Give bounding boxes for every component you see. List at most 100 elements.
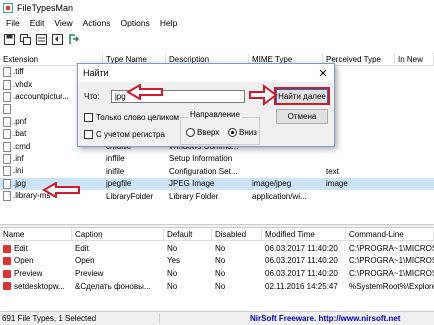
menu-help[interactable]: Help bbox=[156, 18, 183, 28]
menu-actions[interactable]: Actions bbox=[79, 18, 117, 28]
menu-file[interactable]: File bbox=[2, 18, 26, 28]
action-icon bbox=[3, 244, 11, 253]
row-type: jpegfile bbox=[106, 179, 132, 189]
radio-up[interactable]: Вверх bbox=[186, 128, 219, 137]
action-disabled: No bbox=[215, 256, 226, 266]
save-icon[interactable] bbox=[3, 33, 16, 46]
cancel-button[interactable]: Отмена bbox=[276, 109, 328, 124]
status-count: 691 File Types, 1 Selected bbox=[0, 314, 160, 323]
list-item[interactable]: setdesktopw... &Сделать фоновы... No No 02.1… bbox=[0, 280, 434, 293]
find-next-highlight bbox=[274, 87, 330, 105]
action-cmd: C:\PROGRA~1\MICROS bbox=[349, 268, 434, 278]
radio-down-label: Вниз bbox=[239, 128, 257, 137]
file-icon bbox=[3, 67, 11, 78]
list-item[interactable]: Preview Preview No No 06.03.2017 11:40:20 C:\… bbox=[0, 267, 434, 280]
file-icon bbox=[3, 104, 11, 115]
properties-icon[interactable] bbox=[35, 33, 48, 46]
file-icon bbox=[3, 79, 11, 90]
actions-list: Edit Edit No No 06.03.2017 11:40:20 C:\PROGRA… bbox=[0, 242, 434, 292]
find-dialog: Найти ✕ Что: jpg Найти далее Отмена Толь… bbox=[77, 63, 335, 147]
toolbar bbox=[0, 30, 434, 48]
menu-view[interactable]: View bbox=[50, 18, 78, 28]
action-caption: &Сделать фоновы... bbox=[75, 281, 151, 291]
list-item[interactable]: Open Open Yes No 06.03.2017 11:40:20 C:\PROGR… bbox=[0, 255, 434, 268]
action-default: No bbox=[167, 281, 178, 291]
file-icon bbox=[3, 129, 11, 140]
action-icon bbox=[3, 282, 11, 291]
action-name: Open bbox=[14, 256, 34, 266]
dialog-title-bar: Найти ✕ bbox=[78, 64, 334, 82]
action-time: 06.03.2017 11:40:20 bbox=[265, 268, 338, 278]
app-icon bbox=[3, 3, 13, 13]
row-mime: image/jpeg bbox=[252, 179, 292, 189]
row-desc: Setup Information bbox=[169, 154, 233, 164]
radio-down[interactable]: Вниз bbox=[228, 128, 257, 137]
close-icon[interactable]: ✕ bbox=[316, 67, 330, 80]
row-extension: .pnf bbox=[13, 116, 27, 126]
action-cmd: %SystemRoot%\Explore bbox=[349, 281, 434, 291]
action-icon bbox=[3, 257, 11, 266]
action-disabled: No bbox=[215, 268, 226, 278]
find-what-label: Что: bbox=[84, 92, 100, 101]
match-case-checkbox[interactable]: С учетом регистра bbox=[84, 130, 165, 139]
col-in-new[interactable]: In New bbox=[395, 53, 434, 65]
row-extension: .bat bbox=[13, 129, 27, 139]
radio-circle-selected bbox=[228, 128, 237, 137]
row-extension: .accountpictur... bbox=[13, 92, 70, 102]
menu-options[interactable]: Options bbox=[117, 18, 156, 28]
row-extension: .jpg bbox=[13, 178, 26, 188]
file-icon bbox=[3, 116, 11, 127]
refresh-icon[interactable] bbox=[51, 33, 64, 46]
row-extension: .vhdx bbox=[13, 79, 33, 89]
col-command-line[interactable]: Command-Line bbox=[346, 228, 434, 240]
action-time: 02.11.2016 14:25:47 bbox=[265, 281, 338, 291]
window-title: FileTypesMan bbox=[17, 3, 74, 13]
col-default[interactable]: Default bbox=[164, 228, 212, 240]
file-icon bbox=[3, 91, 11, 102]
col-caption[interactable]: Caption bbox=[72, 228, 164, 240]
action-default: Yes bbox=[167, 256, 181, 266]
checkbox-box bbox=[84, 113, 93, 122]
actions-header: Name Caption Default Disabled Modified T… bbox=[0, 228, 434, 241]
jpg-file-icon bbox=[3, 178, 11, 189]
table-row[interactable]: .ini inifile Configuration Set... text bbox=[0, 165, 434, 177]
dialog-title: Найти bbox=[83, 68, 109, 78]
action-icon bbox=[3, 269, 11, 278]
row-extension: .ini bbox=[13, 166, 24, 176]
action-default: No bbox=[167, 243, 178, 253]
menu-bar: File Edit View Actions Options Help bbox=[0, 16, 434, 30]
row-type: inffile bbox=[106, 154, 125, 164]
col-modified-time[interactable]: Modified Time bbox=[262, 228, 346, 240]
list-item[interactable]: Edit Edit No No 06.03.2017 11:40:20 C:\PROGRA… bbox=[0, 242, 434, 255]
table-row[interactable]: .inf inffile Setup Information bbox=[0, 153, 434, 165]
whole-word-checkbox[interactable]: Только слово целиком bbox=[84, 113, 179, 122]
copy-icon[interactable] bbox=[19, 33, 32, 46]
checkbox-box bbox=[84, 130, 93, 139]
row-mime: application/wi... bbox=[252, 191, 307, 201]
action-default: No bbox=[167, 268, 178, 278]
direction-label: Направление bbox=[188, 110, 242, 119]
whole-word-label: Только слово целиком bbox=[96, 113, 180, 122]
action-cmd: C:\PROGRA~1\MICROS bbox=[349, 256, 434, 266]
col-name[interactable]: Name bbox=[0, 228, 72, 240]
col-disabled[interactable]: Disabled bbox=[212, 228, 262, 240]
radio-up-label: Вверх bbox=[197, 128, 220, 137]
exit-icon[interactable] bbox=[67, 33, 80, 46]
file-icon bbox=[3, 153, 11, 164]
nirsoft-link[interactable]: NirSoft Freeware. http://www.nirsoft.net bbox=[160, 314, 400, 323]
row-type: inifile bbox=[106, 166, 125, 176]
action-name: setdesktopw... bbox=[14, 281, 65, 291]
menu-edit[interactable]: Edit bbox=[26, 18, 51, 28]
action-caption: Edit bbox=[75, 243, 89, 253]
file-icon bbox=[3, 191, 11, 202]
action-name: Preview bbox=[14, 268, 43, 278]
action-disabled: No bbox=[215, 281, 226, 291]
action-caption: Preview bbox=[75, 268, 104, 278]
row-perceived: image bbox=[326, 179, 348, 189]
action-time: 06.03.2017 11:40:20 bbox=[265, 243, 338, 253]
row-perceived: text bbox=[326, 166, 339, 176]
row-type: LibraryFolder bbox=[106, 191, 154, 201]
annotation-arrow-jpg bbox=[42, 182, 80, 198]
file-icon bbox=[3, 166, 11, 177]
row-extension: .tiff bbox=[13, 67, 24, 77]
